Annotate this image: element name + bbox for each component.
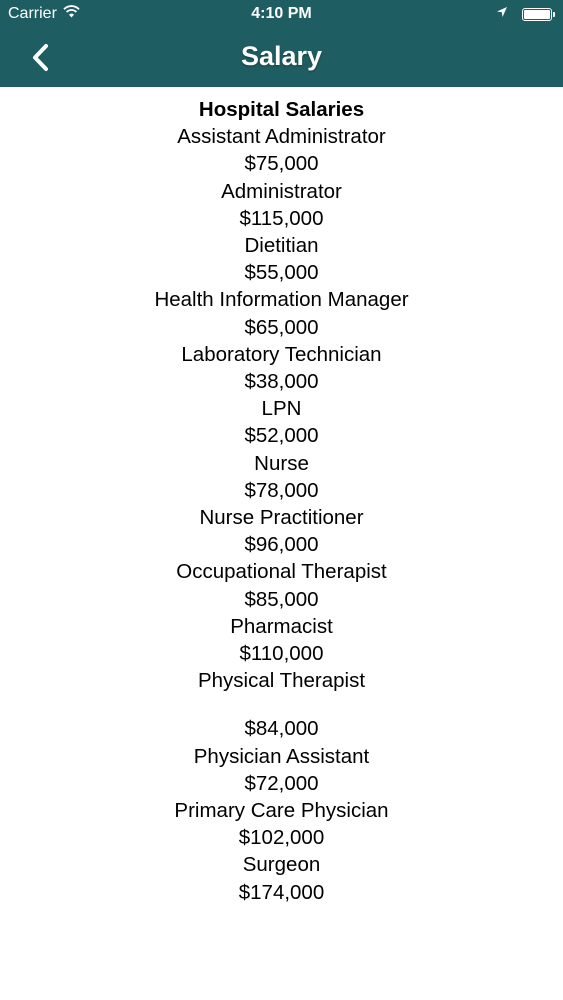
salary-list: Assistant Administrator $75,000 Administra…	[0, 123, 563, 906]
salary-role: Assistant Administrator	[177, 125, 386, 149]
salary-role: Surgeon	[242, 853, 321, 877]
salary-role: Occupational Therapist	[176, 560, 387, 584]
battery-fill	[524, 9, 550, 19]
salary-value: $84,000	[244, 717, 319, 741]
battery-tip	[553, 11, 555, 17]
salary-value: $85,000	[244, 587, 319, 611]
location-arrow-icon	[496, 5, 508, 23]
salary-role: Administrator	[221, 179, 342, 203]
salary-role: Primary Care Physician	[174, 799, 389, 823]
salary-role: Physical Therapist	[197, 669, 366, 693]
status-time: 4:10 PM	[251, 5, 312, 22]
salary-value: $174,000	[238, 880, 325, 904]
salary-role: Nurse Practitioner	[199, 506, 364, 530]
salary-value: $55,000	[244, 261, 319, 285]
salary-value: $115,000	[239, 206, 324, 230]
status-right	[496, 5, 555, 23]
content-title: Hospital Salaries	[198, 98, 365, 121]
salary-value: $72,000	[244, 771, 319, 795]
salary-value: $96,000	[244, 533, 319, 557]
salary-value: $75,000	[244, 152, 319, 176]
salary-role: Dietitian	[244, 234, 319, 258]
salary-value: $110,000	[239, 642, 324, 666]
salary-role: LPN	[261, 397, 302, 421]
salary-value: $78,000	[244, 478, 319, 502]
battery-outline	[522, 7, 552, 21]
salary-value: $52,000	[244, 424, 319, 448]
salary-role: Pharmacist	[230, 614, 333, 638]
salary-role: Laboratory Technician	[181, 342, 382, 366]
salary-value: $102,000	[238, 826, 325, 850]
app-header: Carrier 4:10 PM Salary	[0, 0, 563, 87]
nav-bar: Salary	[0, 28, 563, 87]
salary-content: Hospital Salaries Assistant Administrato…	[0, 96, 563, 906]
salary-value: $38,000	[244, 370, 319, 394]
salary-role: Nurse	[254, 451, 309, 475]
battery-icon	[522, 7, 555, 21]
page-title: Salary	[240, 41, 323, 71]
status-bar: Carrier 4:10 PM	[0, 0, 563, 28]
salary-value: $65,000	[244, 315, 319, 339]
salary-role: Physician Assistant	[193, 744, 370, 768]
salary-role: Health Information Manager	[154, 288, 409, 312]
